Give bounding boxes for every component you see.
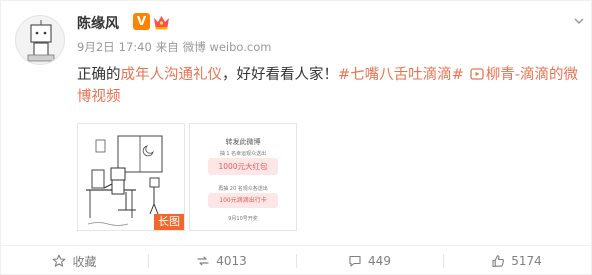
post-text-start: 正确的 <box>77 67 121 83</box>
source-from-label: 来自 <box>155 40 179 54</box>
favorite-button[interactable]: 收藏 <box>1 246 148 275</box>
avatar[interactable] <box>15 15 65 65</box>
video-link-icon[interactable] <box>470 67 484 81</box>
thumbs-up-icon <box>492 255 505 268</box>
post-highlight-text: 成年人沟通礼仪 <box>120 67 223 83</box>
poster-prize-2: 100元滴滴出行卡 <box>208 193 278 208</box>
post-source[interactable]: 微博 weibo.com <box>183 40 272 54</box>
verified-badge[interactable]: V <box>133 13 150 30</box>
poster-line-1: 抽 1 名幸运观众送出 <box>219 151 267 157</box>
user-name[interactable]: 陈缘风 <box>77 13 119 33</box>
post-image-thumbnail-1[interactable]: 长图 <box>77 123 185 231</box>
comment-icon <box>349 255 361 267</box>
like-count: 5174 <box>511 254 542 268</box>
poster-line-2: 再抽 20 名观众各送出 <box>218 186 268 192</box>
prize-poster: 转发此微博 抽 1 名幸运观众送出 1000元大红包 再抽 20 名观众各送出 … <box>190 124 296 230</box>
post-image-thumbnail-2[interactable]: 转发此微博 抽 1 名幸运观众送出 1000元大红包 再抽 20 名观众各送出 … <box>189 123 297 231</box>
post-text: 正确的成年人沟通礼仪，好好看看人家！#七嘴八舌吐滴滴# 柳青-滴滴的微博视频 <box>77 64 582 108</box>
poster-draw-date: 9月10号开奖 <box>228 216 258 222</box>
post-meta: 9月2日 17:40 来自 微博 weibo.com <box>77 39 275 55</box>
repost-count: 4013 <box>216 254 247 268</box>
avatar-illustration <box>27 20 55 62</box>
long-image-badge: 长图 <box>154 214 184 230</box>
hashtag-link[interactable]: #七嘴八舌吐滴滴# <box>338 67 464 83</box>
poster-prize-1: 1000元大红包 <box>208 158 278 175</box>
chevron-down-icon[interactable] <box>573 15 585 27</box>
post-text-mid: ，好好看看人家！ <box>222 67 338 83</box>
action-bar: 收藏 4013 449 5174 <box>1 245 591 275</box>
post-date[interactable]: 9月2日 <box>77 40 115 54</box>
post-time[interactable]: 17:40 <box>119 40 152 54</box>
weibo-post-card: 陈缘风 V 9月2日 17:40 来自 微博 weibo.com 正确的成年人沟通礼仪… <box>0 0 592 275</box>
repost-icon <box>197 256 209 266</box>
crown-icon[interactable] <box>153 14 170 30</box>
repost-button[interactable]: 4013 <box>148 246 295 275</box>
favorite-label: 收藏 <box>72 254 97 269</box>
comment-button[interactable]: 449 <box>296 246 443 275</box>
poster-title: 转发此微博 <box>225 138 261 146</box>
comment-count: 449 <box>368 254 391 268</box>
star-icon <box>53 254 66 267</box>
like-button[interactable]: 5174 <box>443 246 590 275</box>
